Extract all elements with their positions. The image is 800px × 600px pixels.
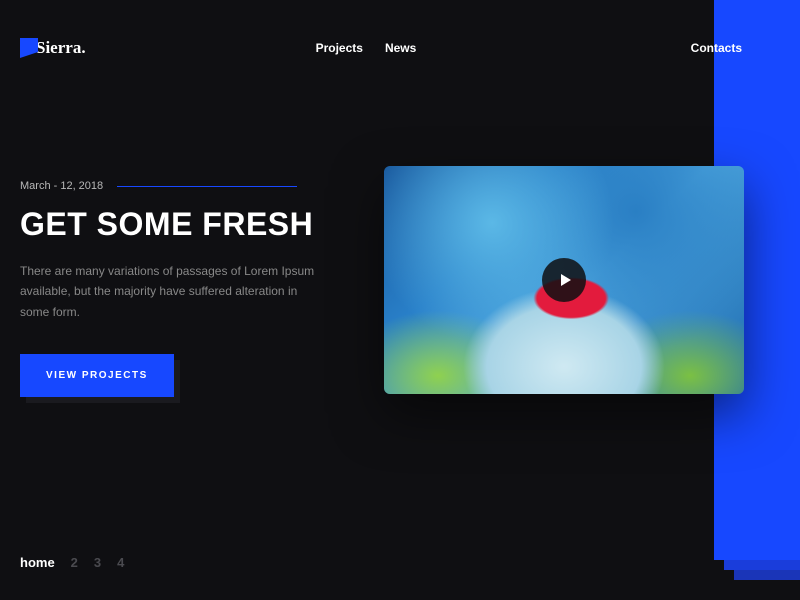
- pager-item-3[interactable]: 3: [94, 555, 101, 570]
- site-header: Sierra. Projects News Contacts: [0, 0, 800, 58]
- pager-item-home[interactable]: home: [20, 555, 55, 570]
- hero-date: March - 12, 2018: [20, 180, 103, 192]
- contacts-underline: [752, 47, 780, 49]
- play-icon: [561, 274, 571, 286]
- hero-media-card: [384, 166, 744, 394]
- pager-item-2[interactable]: 2: [71, 555, 78, 570]
- hero-description: There are many variations of passages of…: [20, 261, 320, 322]
- logo[interactable]: Sierra.: [20, 38, 86, 58]
- nav-link-news[interactable]: News: [385, 41, 416, 55]
- nav-right: Contacts: [691, 41, 780, 55]
- view-projects-button[interactable]: VIEW PROJECTS: [20, 354, 174, 397]
- date-row: March - 12, 2018: [20, 180, 360, 192]
- pager-item-4[interactable]: 4: [117, 555, 124, 570]
- nav-link-contacts[interactable]: Contacts: [691, 41, 742, 55]
- nav-link-projects[interactable]: Projects: [316, 41, 363, 55]
- nav-center: Projects News: [316, 41, 417, 55]
- hero-section: March - 12, 2018 GET SOME FRESH There ar…: [20, 180, 360, 397]
- play-button[interactable]: [542, 258, 586, 302]
- date-divider: [117, 186, 297, 187]
- logo-text: Sierra.: [36, 38, 86, 58]
- hero-title: GET SOME FRESH: [20, 206, 360, 243]
- page-indicator: home 2 3 4: [20, 555, 124, 570]
- cta-wrap: VIEW PROJECTS: [20, 354, 174, 397]
